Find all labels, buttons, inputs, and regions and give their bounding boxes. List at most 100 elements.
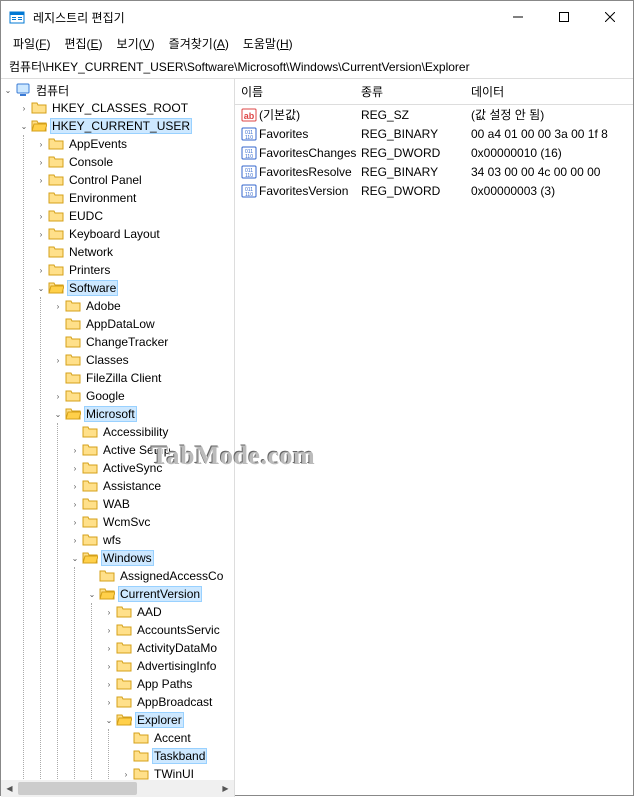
expand-icon[interactable]: › bbox=[102, 623, 116, 637]
tree-item[interactable]: ⌄컴퓨터 bbox=[1, 81, 234, 99]
folder-icon bbox=[82, 442, 98, 458]
value-name: FavoritesResolve bbox=[259, 165, 352, 179]
expand-icon[interactable]: › bbox=[34, 137, 48, 151]
collapse-icon[interactable]: ⌄ bbox=[1, 83, 15, 97]
collapse-icon[interactable]: ⌄ bbox=[17, 119, 31, 133]
folder-icon bbox=[65, 406, 81, 422]
scroll-left-button[interactable]: ◀ bbox=[1, 780, 18, 797]
tree-item[interactable]: ›AccountsServic bbox=[102, 621, 234, 639]
tree-item[interactable]: ›AppBroadcast bbox=[102, 693, 234, 711]
minimize-button[interactable] bbox=[495, 1, 541, 33]
expand-icon[interactable]: › bbox=[68, 497, 82, 511]
expand-icon[interactable]: › bbox=[68, 443, 82, 457]
tree-item[interactable]: ›Adobe bbox=[51, 297, 234, 315]
tree-item[interactable]: ⌄Microsoft bbox=[51, 405, 234, 423]
expand-icon[interactable]: › bbox=[34, 227, 48, 241]
maximize-button[interactable] bbox=[541, 1, 587, 33]
tree-item[interactable]: ›EUDC bbox=[34, 207, 234, 225]
tree-item[interactable]: ⌄Windows bbox=[68, 549, 234, 567]
tree-item[interactable]: ›Console bbox=[34, 153, 234, 171]
list-row[interactable]: 011110FavoritesChangesREG_DWORD0x0000001… bbox=[235, 143, 633, 162]
expand-icon[interactable]: › bbox=[68, 533, 82, 547]
close-button[interactable] bbox=[587, 1, 633, 33]
tree-item[interactable]: ›Active Setup bbox=[68, 441, 234, 459]
expand-icon[interactable]: › bbox=[34, 155, 48, 169]
tree-label: FileZilla Client bbox=[84, 371, 163, 385]
folder-icon bbox=[116, 604, 132, 620]
expand-icon[interactable]: › bbox=[68, 479, 82, 493]
collapse-icon[interactable]: ⌄ bbox=[85, 587, 99, 601]
tree-item[interactable]: ›HKEY_CLASSES_ROOT bbox=[17, 99, 234, 117]
folder-icon bbox=[116, 622, 132, 638]
tree-item[interactable]: ›AAD bbox=[102, 603, 234, 621]
address-bar[interactable]: 컴퓨터\HKEY_CURRENT_USER\Software\Microsoft… bbox=[1, 55, 633, 79]
expand-icon[interactable]: › bbox=[68, 515, 82, 529]
tree-item[interactable]: ›Control Panel bbox=[34, 171, 234, 189]
list-row[interactable]: 011110FavoritesResolveREG_BINARY34 03 00… bbox=[235, 162, 633, 181]
expand-icon[interactable]: › bbox=[34, 263, 48, 277]
expand-icon[interactable]: › bbox=[51, 353, 65, 367]
tree-item[interactable]: ›App Paths bbox=[102, 675, 234, 693]
tree-item[interactable]: ›AppEvents bbox=[34, 135, 234, 153]
column-data[interactable]: 데이터 bbox=[465, 79, 633, 104]
tree-item[interactable]: ›wfs bbox=[68, 531, 234, 549]
collapse-icon[interactable]: ⌄ bbox=[102, 713, 116, 727]
tree-item[interactable]: ›Google bbox=[51, 387, 234, 405]
expand-icon[interactable]: › bbox=[34, 173, 48, 187]
scroll-right-button[interactable]: ▶ bbox=[217, 780, 234, 797]
horizontal-scrollbar[interactable]: ◀ ▶ bbox=[1, 780, 234, 797]
tree-item[interactable]: ⌄Software bbox=[34, 279, 234, 297]
menu-file[interactable]: 파일(F) bbox=[7, 33, 56, 54]
tree-item[interactable]: AppDataLow bbox=[51, 315, 234, 333]
tree-item[interactable]: Accessibility bbox=[68, 423, 234, 441]
expand-icon[interactable]: › bbox=[119, 767, 133, 781]
menu-help[interactable]: 도움말(H) bbox=[237, 33, 299, 54]
tree-item[interactable]: ›Printers bbox=[34, 261, 234, 279]
expand-icon[interactable]: › bbox=[102, 659, 116, 673]
tree-item[interactable]: ⌄Explorer bbox=[102, 711, 234, 729]
collapse-icon[interactable]: ⌄ bbox=[51, 407, 65, 421]
folder-icon bbox=[99, 586, 115, 602]
tree-item[interactable]: ›ActiveSync bbox=[68, 459, 234, 477]
list-row[interactable]: 011110FavoritesVersionREG_DWORD0x0000000… bbox=[235, 181, 633, 200]
menu-view[interactable]: 보기(V) bbox=[111, 33, 161, 54]
collapse-icon[interactable]: ⌄ bbox=[34, 281, 48, 295]
tree-item[interactable]: ChangeTracker bbox=[51, 333, 234, 351]
expand-icon[interactable]: › bbox=[68, 461, 82, 475]
tree-item[interactable]: ›WAB bbox=[68, 495, 234, 513]
tree-item[interactable]: ›WcmSvc bbox=[68, 513, 234, 531]
list-row[interactable]: 011110FavoritesREG_BINARY00 a4 01 00 00 … bbox=[235, 124, 633, 143]
expand-icon[interactable]: › bbox=[34, 209, 48, 223]
menu-edit[interactable]: 편집(E) bbox=[58, 33, 108, 54]
tree-item[interactable]: ⌄HKEY_CURRENT_USER bbox=[17, 117, 234, 135]
tree-item[interactable]: Taskband bbox=[119, 747, 234, 765]
column-name[interactable]: 이름 bbox=[235, 79, 355, 104]
list-row[interactable]: ab(기본값)REG_SZ(값 설정 안 됨) bbox=[235, 105, 633, 124]
expand-icon[interactable]: › bbox=[102, 695, 116, 709]
tree-item[interactable]: Environment bbox=[34, 189, 234, 207]
folder-icon bbox=[31, 118, 47, 134]
tree-item[interactable]: FileZilla Client bbox=[51, 369, 234, 387]
expand-icon[interactable]: › bbox=[102, 641, 116, 655]
tree-item[interactable]: ›Assistance bbox=[68, 477, 234, 495]
menu-favorites[interactable]: 즐겨찾기(A) bbox=[163, 33, 235, 54]
list-header: 이름 종류 데이터 bbox=[235, 79, 633, 105]
expand-icon[interactable]: › bbox=[51, 299, 65, 313]
tree-item[interactable]: ›Keyboard Layout bbox=[34, 225, 234, 243]
column-type[interactable]: 종류 bbox=[355, 79, 465, 104]
expand-icon[interactable]: › bbox=[17, 101, 31, 115]
tree-item[interactable]: ›AdvertisingInfo bbox=[102, 657, 234, 675]
folder-icon bbox=[31, 100, 47, 116]
expand-icon[interactable]: › bbox=[102, 605, 116, 619]
tree-item[interactable]: Network bbox=[34, 243, 234, 261]
expand-icon[interactable]: › bbox=[102, 677, 116, 691]
tree-item[interactable]: ›ActivityDataMo bbox=[102, 639, 234, 657]
folder-icon bbox=[48, 172, 64, 188]
expand-icon[interactable]: › bbox=[51, 389, 65, 403]
tree-item[interactable]: Accent bbox=[119, 729, 234, 747]
collapse-icon[interactable]: ⌄ bbox=[68, 551, 82, 565]
tree-item[interactable]: ›Classes bbox=[51, 351, 234, 369]
scroll-thumb[interactable] bbox=[18, 782, 137, 795]
tree-item[interactable]: ⌄CurrentVersion bbox=[85, 585, 234, 603]
tree-item[interactable]: AssignedAccessCo bbox=[85, 567, 234, 585]
